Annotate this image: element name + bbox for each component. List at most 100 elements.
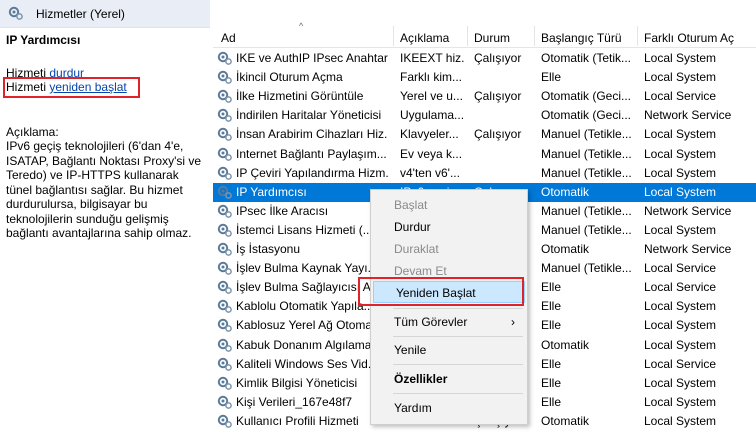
menu-divider — [393, 308, 523, 309]
service-gear-icon — [217, 184, 233, 200]
service-name: İkincil Oturum Açma — [236, 70, 343, 85]
services-local-tab[interactable]: Hizmetler (Yerel) — [0, 0, 210, 28]
menu-item-all-tasks[interactable]: Tüm Görevler › — [371, 311, 527, 333]
service-name: Kabuk Donanım Algılama... — [236, 337, 382, 352]
service-startup-type: Manuel (Tetikle... — [541, 127, 632, 142]
service-name: İndirilen Haritalar Yöneticisi — [236, 108, 382, 123]
service-name: IP Çeviri Yapılandırma Hizm... — [236, 165, 388, 180]
service-description-cell: Uygulama... — [400, 108, 465, 123]
service-gear-icon — [217, 203, 233, 219]
column-status[interactable]: Durum — [474, 31, 510, 45]
column-log-on-as[interactable]: Farklı Oturum Aç — [644, 31, 734, 45]
service-name: Kimlik Bilgisi Yöneticisi — [236, 375, 358, 390]
column-separator[interactable] — [393, 26, 394, 46]
service-gear-icon — [217, 126, 233, 142]
menu-item-refresh[interactable]: Yenile — [371, 339, 527, 361]
service-name: İstemci Lisans Hizmeti (... — [236, 222, 373, 237]
column-separator[interactable] — [534, 26, 535, 46]
service-row[interactable]: İkincil Oturum Açma Farklı kim... Elle Loca… — [213, 68, 756, 87]
menu-item-resume[interactable]: Devam Et — [371, 260, 527, 282]
service-status: Çalışıyor — [474, 127, 522, 142]
menu-item-start[interactable]: Başlat — [371, 194, 527, 216]
service-description-cell: v4'ten v6'... — [400, 165, 460, 180]
service-name: Kişi Verileri_167e48f7 — [236, 394, 353, 409]
column-separator[interactable] — [467, 26, 468, 46]
menu-divider — [393, 336, 523, 337]
service-name: Kablosuz Yerel Ağ Otoma... — [236, 318, 383, 333]
menu-divider — [393, 393, 523, 394]
column-startup-type[interactable]: Başlangıç Türü — [541, 31, 622, 45]
service-startup-type: Otomatik (Geci... — [541, 108, 632, 123]
service-startup-type: Manuel (Tetikle... — [541, 203, 632, 218]
service-gear-icon — [217, 279, 233, 295]
service-log-on-as: Local System — [644, 146, 717, 161]
service-log-on-as: Local Service — [644, 356, 717, 371]
service-name: İşlev Bulma Sağlayıcısı A... — [236, 280, 381, 295]
restart-link-highlight — [3, 77, 140, 98]
service-row[interactable]: IKE ve AuthIP IPsec Anahtar... IKEEXT hiz… — [213, 49, 756, 68]
service-description: IPv6 geçiş teknolojileri (6'dan 4'e, ISA… — [6, 139, 202, 240]
column-header-row: ^ Ad Açıklama Durum Başlangıç Türü Farkl… — [213, 21, 756, 48]
service-gear-icon — [217, 241, 233, 257]
service-name: İnsan Arabirim Cihazları Hiz... — [236, 127, 388, 142]
service-startup-type: Manuel (Tetikle... — [541, 165, 632, 180]
service-startup-type: Elle — [541, 394, 562, 409]
service-gear-icon — [217, 375, 233, 391]
service-name: Internet Bağlantı Paylaşım... — [236, 146, 387, 161]
service-log-on-as: Local System — [644, 70, 717, 85]
service-log-on-as: Local System — [644, 222, 717, 237]
context-menu: Başlat Durdur Duraklat Devam Et Yeniden … — [370, 189, 528, 425]
service-row[interactable]: IP Çeviri Yapılandırma Hizm... v4'ten v6'… — [213, 164, 756, 183]
service-startup-type: Elle — [541, 318, 562, 333]
menu-item-help[interactable]: Yardım — [371, 397, 527, 419]
service-log-on-as: Local System — [644, 184, 717, 199]
service-log-on-as: Local System — [644, 337, 717, 352]
service-startup-type: Elle — [541, 280, 562, 295]
menu-item-restart[interactable]: Yeniden Başlat — [373, 281, 525, 303]
service-description-cell: Farklı kim... — [400, 70, 462, 85]
service-gear-icon — [217, 146, 233, 162]
description-label: Açıklama: — [6, 125, 59, 139]
service-name: İlke Hizmetini Görüntüle — [236, 89, 364, 104]
service-startup-type: Elle — [541, 70, 562, 85]
service-startup-type: Elle — [541, 356, 562, 371]
service-gear-icon — [217, 88, 233, 104]
menu-item-pause[interactable]: Duraklat — [371, 238, 527, 260]
service-log-on-as: Network Service — [644, 108, 732, 123]
service-startup-type: Elle — [541, 299, 562, 314]
service-status: Çalışıyor — [474, 89, 522, 104]
menu-item-properties[interactable]: Özellikler — [371, 368, 527, 390]
service-name: Kablolu Otomatik Yapıla... — [236, 299, 374, 314]
service-gear-icon — [217, 222, 233, 238]
service-startup-type: Manuel (Tetikle... — [541, 261, 632, 276]
service-name: Kaliteli Windows Ses Vid... — [236, 356, 378, 371]
column-separator[interactable] — [637, 26, 638, 46]
service-row[interactable]: İndirilen Haritalar Yöneticisi Uygulama..… — [213, 106, 756, 125]
service-description-cell: IKEEXT hiz... — [400, 51, 465, 65]
submenu-arrow-icon: › — [511, 315, 515, 329]
service-log-on-as: Local System — [644, 394, 717, 409]
service-log-on-as: Local System — [644, 51, 717, 65]
column-description[interactable]: Açıklama — [400, 31, 449, 45]
service-startup-type: Otomatik (Geci... — [541, 89, 632, 104]
service-startup-type: Otomatik — [541, 337, 590, 352]
service-name: İş İstasyonu — [236, 242, 301, 256]
service-gear-icon — [217, 260, 233, 276]
service-row[interactable]: İnsan Arabirim Cihazları Hiz... Klavyeler… — [213, 125, 756, 144]
all-tasks-label: Tüm Görevler — [394, 315, 468, 329]
service-log-on-as: Network Service — [644, 203, 732, 218]
service-gear-icon — [217, 50, 233, 66]
service-row[interactable]: İlke Hizmetini Görüntüle Yerel ve u... Çal… — [213, 87, 756, 106]
service-row[interactable]: Internet Bağlantı Paylaşım... Ev veya k..… — [213, 145, 756, 164]
service-startup-type: Otomatik — [541, 413, 590, 428]
service-gear-icon — [217, 298, 233, 314]
service-startup-type: Manuel (Tetikle... — [541, 146, 632, 161]
menu-divider — [393, 364, 523, 365]
service-log-on-as: Local System — [644, 318, 717, 333]
service-gear-icon — [217, 356, 233, 372]
menu-item-stop[interactable]: Durdur — [371, 216, 527, 238]
service-log-on-as: Local System — [644, 375, 717, 390]
services-gear-icon — [8, 6, 23, 20]
service-name: IPsec İlke Aracısı — [236, 203, 329, 218]
column-name[interactable]: Ad — [221, 31, 236, 45]
